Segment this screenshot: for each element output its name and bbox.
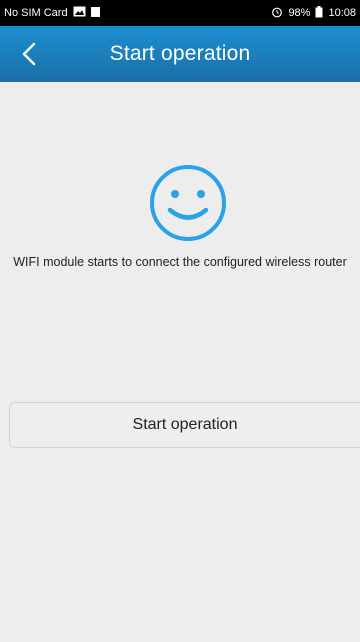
- smiley-face-icon: [148, 163, 228, 243]
- battery-percent: 98%: [288, 7, 311, 19]
- status-left: No SIM Card: [4, 6, 100, 20]
- page-title: Start operation: [109, 42, 251, 65]
- status-right: 98% 10:08: [271, 5, 356, 21]
- header-bar: Start operation: [0, 26, 360, 82]
- notification-square-icon: [90, 6, 100, 20]
- chevron-left-icon: [22, 42, 36, 66]
- status-bar: No SIM Card 98% 10:08: [0, 0, 360, 26]
- start-operation-button[interactable]: Start operation: [9, 402, 360, 448]
- alarm-icon: [271, 6, 283, 21]
- image-notification-icon: [73, 6, 86, 20]
- status-message: WIFI module starts to connect the config…: [13, 255, 347, 269]
- battery-icon: [315, 5, 323, 21]
- carrier-text: No SIM Card: [4, 7, 68, 19]
- back-button[interactable]: [14, 36, 44, 72]
- start-operation-label: Start operation: [132, 416, 238, 433]
- clock-time: 10:08: [328, 7, 356, 19]
